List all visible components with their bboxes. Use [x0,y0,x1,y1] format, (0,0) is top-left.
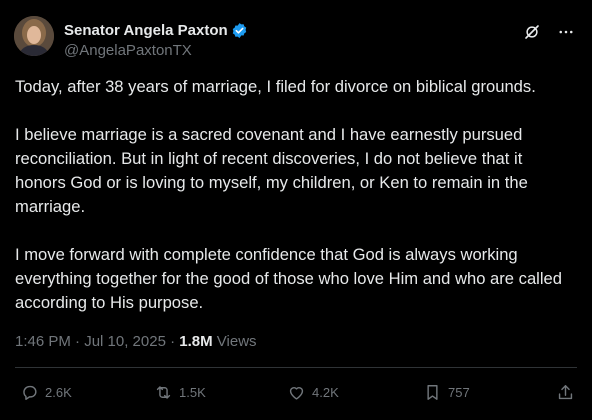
post-meta: 1:46 PM · Jul 10, 2025 · 1.8M Views [15,333,257,350]
verified-badge-icon [232,23,246,38]
views-label: Views [212,333,257,350]
repost-icon [156,386,171,399]
repost-count: 1.5K [179,385,206,400]
views-count: 1.8M [179,333,213,350]
header-actions [522,22,576,42]
reply-count: 2.6K [45,385,72,400]
bookmark-icon [427,385,438,400]
bookmark-count: 757 [448,385,470,400]
post-paragraph: Today, after 38 years of marriage, I fil… [15,77,536,96]
post-timestamp[interactable]: 1:46 PM · Jul 10, 2025 · [15,333,179,350]
action-bar: 2.6K 1.5K 4.2K 757 [20,383,578,405]
avatar[interactable] [14,16,54,56]
divider [15,367,577,368]
share-icon [558,385,573,400]
post-paragraph: I move forward with complete confidence … [15,245,563,312]
post-paragraph: I believe marriage is a sacred covenant … [15,125,528,216]
author-handle[interactable]: @AngelaPaxtonTX [64,42,192,59]
like-button[interactable]: 4.2K [287,383,339,402]
author-name-row: Senator Angela Paxton [64,22,248,39]
like-icon [289,387,304,400]
bookmark-button[interactable]: 757 [423,383,470,402]
share-button[interactable] [556,383,581,402]
author-name[interactable]: Senator Angela Paxton [64,22,228,39]
reply-button[interactable]: 2.6K [20,383,72,402]
post-text: Today, after 38 years of marriage, I fil… [15,75,577,339]
post-header: Senator Angela Paxton @AngelaPaxtonTX [14,12,580,62]
repost-button[interactable]: 1.5K [154,383,206,402]
reply-icon [23,385,37,400]
like-count: 4.2K [312,385,339,400]
more-icon[interactable] [556,22,576,42]
grok-icon[interactable] [522,22,542,42]
